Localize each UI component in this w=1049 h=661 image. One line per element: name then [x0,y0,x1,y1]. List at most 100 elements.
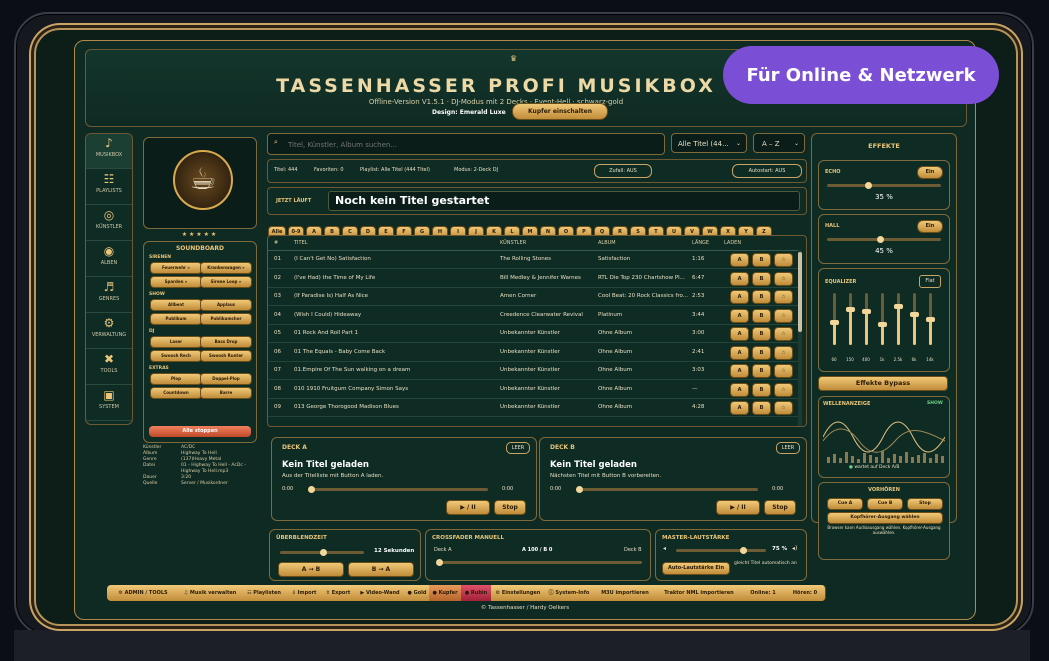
load-a-button[interactable]: A [730,253,749,267]
scrollbar-thumb[interactable] [798,252,802,332]
nav-item-alben[interactable]: ◉ ALBEN [86,242,132,277]
eq-knob[interactable] [878,322,887,328]
eq-slider-1k[interactable] [878,293,887,345]
shuffle-button[interactable]: Zufall: AUS [594,164,652,178]
bypass-button[interactable]: Effekte Bypass [818,376,948,391]
table-row[interactable]: 03 (If Paradise Is) Half As Nice Amen Corn… [268,287,802,306]
soundboard-button[interactable]: Allbeat [150,299,202,311]
load-a-button[interactable]: A [730,290,749,304]
search-box[interactable]: ⌕ [267,133,665,155]
hall-toggle[interactable]: Ein [917,220,943,233]
headphone-output-button[interactable]: Kopfhörer-Ausgang wählen [827,512,943,524]
auto-volume-button[interactable]: Auto-Lautstärke Ein [662,562,730,575]
deck-a-progress-knob[interactable] [308,486,315,493]
cue-b-button[interactable]: Cue B [867,498,903,510]
footer-button[interactable]: ⚙ ADMIN / TOOLS [107,585,180,601]
soundboard-button[interactable]: Plop [150,373,202,385]
deck-b-play-button[interactable]: ▶ / II [716,500,760,515]
crossfader-knob[interactable] [436,559,443,566]
favorite-star-icon[interactable]: ☆ [774,382,793,397]
load-b-button[interactable]: B [752,364,771,378]
rating-stars[interactable]: ★ ★ ★ ★ ★ [143,231,255,238]
eq-knob[interactable] [862,309,871,315]
autostart-button[interactable]: Autostart: AUS [732,164,802,178]
load-b-button[interactable]: B [752,382,771,397]
table-row[interactable]: 02 (I've Had) the Time of My Life Bill Med… [268,269,802,288]
nav-item-genres[interactable]: ♬ GENRES [86,278,132,313]
eq-slider-400[interactable] [862,293,871,345]
soundboard-button[interactable]: Doppel-Plop [200,373,252,385]
hall-slider[interactable] [827,236,941,243]
favorite-star-icon[interactable]: ☆ [774,345,793,360]
footer-button[interactable]: ● Kupfer [429,585,462,601]
eq-knob[interactable] [910,311,919,317]
soundboard-button[interactable]: Barre [200,387,252,399]
copper-button[interactable]: Kupfer einschalten [512,103,608,120]
eq-knob[interactable] [894,304,903,309]
preview-stop-button[interactable]: Stop [907,498,943,510]
favorite-star-icon[interactable]: ☆ [774,308,793,323]
soundboard-button[interactable]: Feuerwehr » [150,262,202,274]
deck-b-stop-button[interactable]: Stop [764,500,796,515]
soundboard-button[interactable]: Swoosh Rech [150,350,202,362]
sort-select[interactable]: A – Z ⌄ [753,133,805,153]
eq-slider-60[interactable] [830,293,839,345]
soundboard-button[interactable]: Applaus [200,299,252,311]
nav-item-musikbox[interactable]: ♪ MUSIKBOX [86,134,132,169]
filter-select[interactable]: Alle Titel (44... ⌄ [671,133,747,153]
soundboard-button[interactable]: Sparden » [150,276,202,288]
hall-knob[interactable] [877,236,884,243]
echo-toggle[interactable]: Ein [917,166,943,179]
load-a-button[interactable]: A [730,382,749,397]
soundboard-button[interactable]: Laser [150,336,202,348]
soundboard-button[interactable]: Swoosh Runter [200,350,252,362]
deck-b-progress-knob[interactable] [576,486,583,493]
footer-button[interactable]: Traktor NML importieren [657,585,742,601]
table-row[interactable]: 04 (Wish I Could) Hideaway Creedence Clear… [268,306,802,325]
crossover-knob[interactable] [320,549,327,556]
table-row[interactable]: 08 010 1910 Fruitgum Company Simon Says Un… [268,380,802,399]
footer-button[interactable]: ● Rubin [461,585,492,601]
table-row[interactable]: 06 01 The Equals - Baby Come Back Unbekann… [268,343,802,362]
favorite-star-icon[interactable]: ☆ [774,401,793,415]
nav-item-system[interactable]: ▣ SYSTEM [86,386,132,421]
footer-button[interactable]: Hören: 0 [785,585,826,601]
favorite-star-icon[interactable]: ☆ [774,290,793,304]
master-slider[interactable] [676,547,766,554]
load-b-button[interactable]: B [752,327,771,341]
soundboard-button[interactable]: Countdown [150,387,202,399]
load-b-button[interactable]: B [752,253,771,267]
footer-button[interactable]: ⇧ Export [321,585,356,601]
nav-item-playlists[interactable]: ☷ PLAYLISTS [86,170,132,205]
load-b-button[interactable]: B [752,308,771,323]
deck-a-progress[interactable] [308,486,488,493]
b-to-a-button[interactable]: B → A [348,562,414,577]
load-a-button[interactable]: A [730,401,749,415]
footer-button[interactable]: ♫ Musik verwalten [179,585,242,601]
nav-item-tools[interactable]: ✖ TOOLS [86,350,132,385]
online-network-badge[interactable]: Für Online & Netzwerk [723,46,999,104]
nav-item-verwaltung[interactable]: ⚙ VERWALTUNG [86,314,132,349]
load-a-button[interactable]: A [730,271,749,286]
eq-slider-14k[interactable] [926,293,935,345]
load-b-button[interactable]: B [752,345,771,360]
favorite-star-icon[interactable]: ☆ [774,253,793,267]
footer-button[interactable]: ▶ Video-Wand [355,585,406,601]
stop-all-button[interactable]: Alle stoppen [149,426,251,437]
table-row[interactable]: 09 013 George Thorogood Madison Blues Unbe… [268,398,802,417]
footer-button[interactable]: M3U importieren [593,585,658,601]
soundboard-button[interactable]: Bass Drop [200,336,252,348]
search-input[interactable] [286,137,650,152]
footer-button[interactable]: Online: 1 [741,585,786,601]
favorite-star-icon[interactable]: ☆ [774,271,793,286]
echo-slider[interactable] [827,182,941,189]
deck-b-progress[interactable] [576,486,758,493]
flat-button[interactable]: Flat [919,275,941,288]
table-row[interactable]: 07 01.Empire Of The Sun walking on a drea… [268,361,802,380]
table-scrollbar[interactable] [798,250,802,426]
load-b-button[interactable]: B [752,290,771,304]
load-a-button[interactable]: A [730,364,749,378]
eq-slider-2.5k[interactable] [894,293,903,345]
eq-knob[interactable] [846,306,855,312]
eq-slider-6k[interactable] [910,293,919,345]
